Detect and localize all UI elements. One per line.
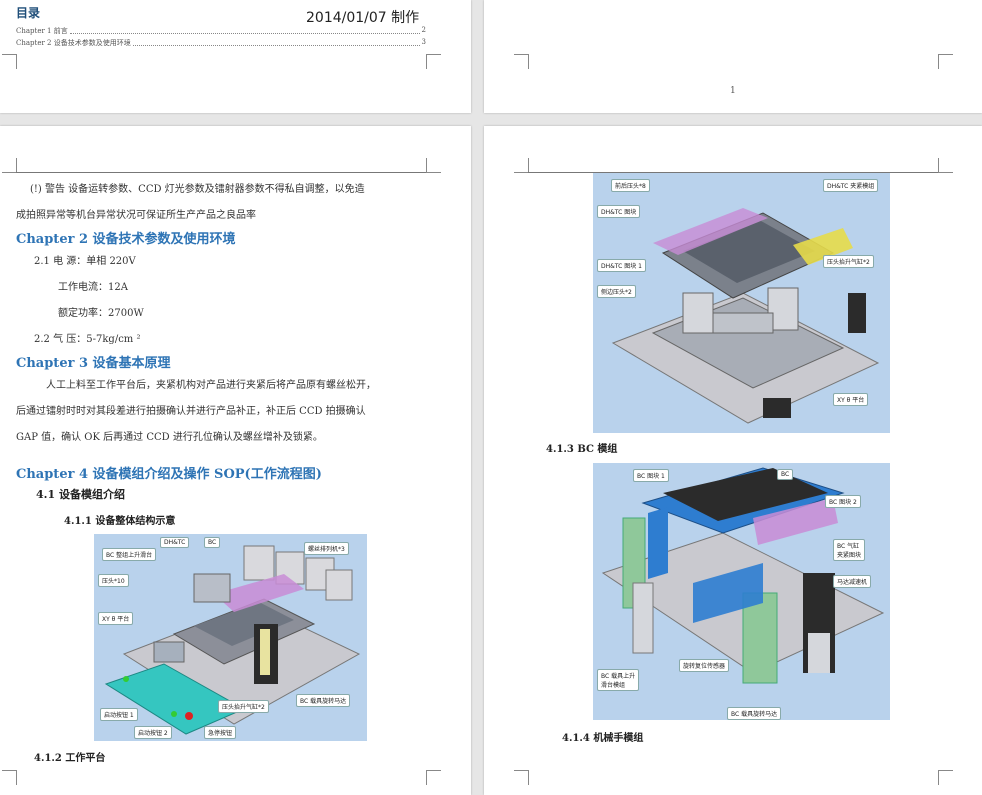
air-pressure-spec: 2.2 气 压：5-7kg/cm ² <box>34 334 141 345</box>
toc-entry-page: 2 <box>421 26 426 34</box>
section-4-1-heading: 4.1 设备模组介绍 <box>36 488 125 501</box>
current-spec: 工作电流：12A <box>58 282 128 293</box>
warning-text: (!) 警告 设备运转参数、CCD 灯光参数及镭射器参数不得私自调整，以免造 <box>30 184 365 195</box>
bc-module-figure: BC 图块 1 BC BC 图块 2 BC 气缸 夹紧图块 马达减速机 BC 载… <box>593 463 890 720</box>
crop-mark <box>514 54 529 69</box>
callout-lift-cylinder: 压头抬升气缸*2 <box>823 255 874 268</box>
callout-bc-slide: BC 整组上升滑台 <box>102 548 157 561</box>
callout-line: 夹紧图块 <box>837 552 862 559</box>
callout-reset-sensor: 旋转复位传感器 <box>679 659 730 672</box>
callout-bc: BC <box>204 537 221 548</box>
section-4-1-4-heading: 4.1.4 机械手模组 <box>562 733 644 744</box>
page-number: 1 <box>730 86 736 96</box>
principle-text: 后通过镭射时时对其段差进行拍摄确认并进行产品补正，补正后 CCD 拍摄确认 <box>16 406 366 417</box>
toc-page: 目录 2014/01/07 制作 Chapter 1 前言 2 Chapter … <box>0 0 471 113</box>
callout-dhtc-block: DH&TC 图块 <box>597 205 641 218</box>
crop-mark <box>938 770 953 785</box>
callout-bc-motor: BC 载具旋转马达 <box>296 694 351 707</box>
callout-screw-feeder: 螺丝排列机*3 <box>304 542 349 555</box>
work-platform-figure: 前后压头*8 DH&TC 图块 DH&TC 夹紧模组 DH&TC 图块 1 压头… <box>593 173 890 433</box>
toc-entry-label: Chapter 1 前言 <box>16 27 68 35</box>
chapter2-heading: Chapter 2 设备技术参数及使用环境 <box>16 232 236 247</box>
callout-press-head: 压头*10 <box>98 574 129 587</box>
blank-page: 1 <box>484 0 982 113</box>
toc-entry[interactable]: Chapter 1 前言 2 <box>16 26 426 36</box>
crop-mark <box>514 158 529 173</box>
callout-bc-rotate-motor: BC 载具旋转马达 <box>727 707 782 720</box>
callout-side-press: 侧边压头*2 <box>597 285 636 298</box>
chapter4-heading: Chapter 4 设备模组介绍及操作 SOP(工作流程图) <box>16 467 322 482</box>
callout-rear-press: 前后压头*8 <box>611 179 650 192</box>
callout-dhtc: DH&TC <box>160 537 190 548</box>
toc-title: 目录 <box>16 6 41 20</box>
callout-start-button-2: 启动按钮 2 <box>134 726 172 739</box>
callout-lift-cylinder: 压头抬升气缸*2 <box>218 700 269 713</box>
callout-bc-cylinder: BC 气缸 夹紧图块 <box>833 539 866 561</box>
section-4-1-3-heading: 4.1.3 BC 模组 <box>546 444 618 455</box>
machine-overview-figure: BC 整组上升滑台 DH&TC BC 螺丝排列机*3 压头*10 XY θ 平台… <box>94 534 367 741</box>
content-page-left: (!) 警告 设备运转参数、CCD 灯光参数及镭射器参数不得私自调整，以免造 成… <box>0 126 471 795</box>
section-4-1-1-heading: 4.1.1 设备整体结构示意 <box>64 516 176 527</box>
power-spec: 2.1 电 源：单相 220V <box>34 256 136 267</box>
crop-mark <box>2 770 17 785</box>
crop-mark <box>514 770 529 785</box>
crop-mark <box>2 158 17 173</box>
crop-mark <box>426 770 441 785</box>
header-rule <box>16 172 426 173</box>
rated-power-spec: 额定功率：2700W <box>58 308 144 319</box>
callout-xy-platform: XY θ 平台 <box>98 612 134 625</box>
crop-mark <box>938 158 953 173</box>
chapter3-heading: Chapter 3 设备基本原理 <box>16 356 171 371</box>
callout-line: 滑台模组 <box>601 682 626 689</box>
callout-bc: BC <box>777 469 794 480</box>
toc-entry[interactable]: Chapter 2 设备技术参数及使用环境 3 <box>16 38 426 48</box>
principle-text: 人工上料至工作平台后，夹紧机构对产品进行夹紧后将产品原有螺丝松开， <box>46 380 376 391</box>
toc-entry-page: 3 <box>421 38 426 46</box>
callout-bc-block-1: BC 图块 1 <box>633 469 669 482</box>
warning-text: 成拍照异常等机台异常状况可保证所生产产品之良品率 <box>16 210 256 221</box>
toc-leader <box>132 38 420 46</box>
crop-mark <box>426 54 441 69</box>
callout-stop-button: 急停按钮 <box>204 726 237 739</box>
principle-text: GAP 值，确认 OK 后再通过 CCD 进行孔位确认及螺丝增补及锁紧。 <box>16 432 323 443</box>
toc-leader <box>69 26 420 34</box>
callout-motor: 马达减速机 <box>833 575 872 588</box>
toc-date: 2014/01/07 制作 <box>306 10 420 26</box>
callout-line: BC 载具上升 <box>601 673 636 680</box>
content-page-right: 前后压头*8 DH&TC 图块 DH&TC 夹紧模组 DH&TC 图块 1 压头… <box>484 126 982 795</box>
crop-mark <box>426 158 441 173</box>
callout-dhtc-clamp: DH&TC 夹紧模组 <box>823 179 879 192</box>
callout-line: BC 气缸 <box>837 543 860 550</box>
section-4-1-2-heading: 4.1.2 工作平台 <box>34 753 106 764</box>
toc-entry-label: Chapter 2 设备技术参数及使用环境 <box>16 39 131 47</box>
callout-start-button-1: 启动按钮 1 <box>100 708 138 721</box>
callout-dhtc-block-1: DH&TC 图块 1 <box>597 259 646 272</box>
crop-mark <box>938 54 953 69</box>
callout-bc-block-2: BC 图块 2 <box>825 495 861 508</box>
crop-mark <box>2 54 17 69</box>
callout-bc-lift: BC 载具上升 滑台模组 <box>597 669 640 691</box>
callout-xy-platform: XY θ 平台 <box>833 393 869 406</box>
